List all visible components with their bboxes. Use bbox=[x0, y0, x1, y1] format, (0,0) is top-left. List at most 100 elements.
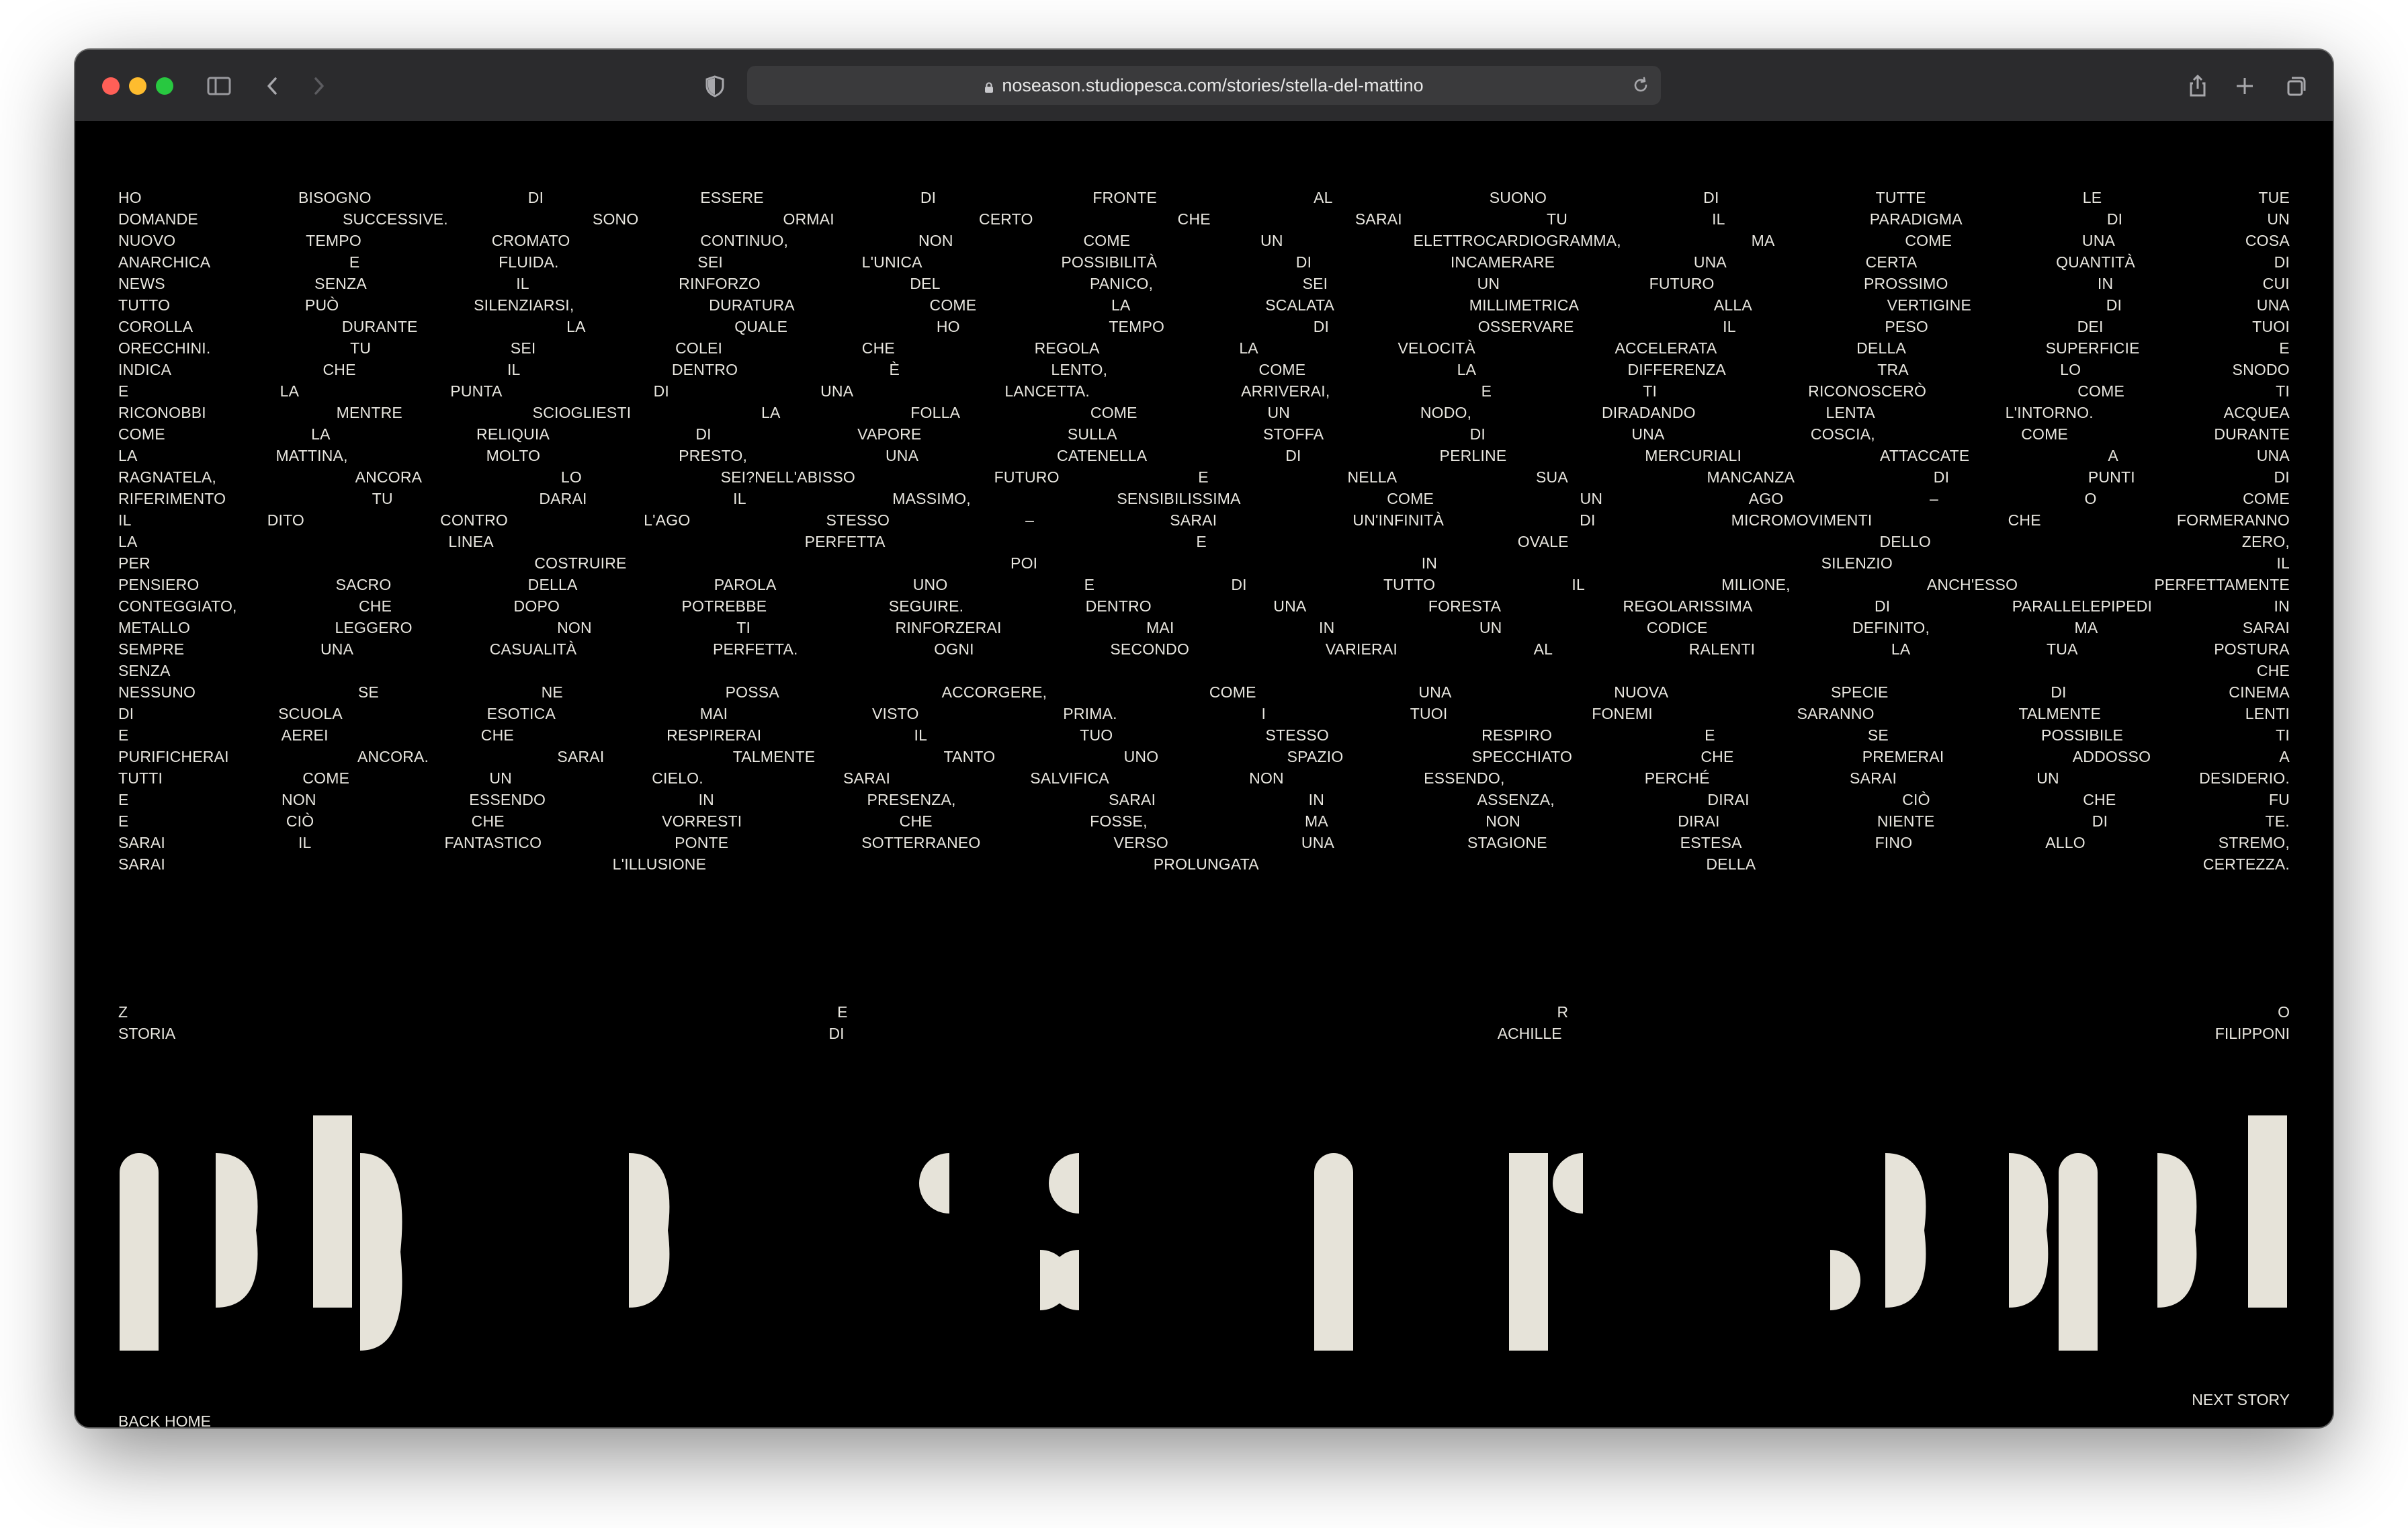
poem-word: E bbox=[1196, 533, 1207, 550]
poem-word: SOTTERRANEO bbox=[861, 834, 981, 851]
poem-word: ARRIVERAI, bbox=[1241, 382, 1330, 400]
poem-word: IL bbox=[516, 275, 529, 292]
poem-word: DI bbox=[1580, 511, 1596, 529]
poem-word: UN bbox=[2267, 210, 2290, 228]
minimize-window-button[interactable] bbox=[129, 77, 146, 95]
poem-line: PENSIERO SACRO DELLA PAROLA UNO E DI TUTTO IL MIL… bbox=[118, 574, 2290, 595]
poem-line: NEWS SENZA IL RINFORZO DEL PANICO, SEI UN FUTURO… bbox=[118, 273, 2290, 294]
poem-word: CROMATO bbox=[491, 232, 570, 249]
poem-word: PARADIGMA bbox=[1869, 210, 1963, 228]
poem-word: FU bbox=[2268, 791, 2290, 808]
poem-word: UNA bbox=[2256, 447, 2290, 464]
poem-line: RAGNATELA, ANCORA LO SEI?NELL'ABISSO FUTURO E… bbox=[118, 466, 2290, 488]
browser-toolbar: noseason.studiopesca.com/stories/stella-… bbox=[75, 50, 2333, 122]
poem-word: UN bbox=[1479, 619, 1502, 636]
glyph-shape bbox=[2009, 1153, 2049, 1308]
poem-word: MA bbox=[1751, 232, 1775, 249]
poem-word: DOPO bbox=[513, 597, 560, 615]
poem-word: ESSENDO, bbox=[1424, 769, 1505, 787]
poem-word: IL bbox=[118, 511, 132, 529]
poem-word: TU bbox=[1546, 210, 1568, 228]
poem-word: COME bbox=[1090, 404, 1137, 421]
poem-word: NE bbox=[541, 683, 563, 701]
back-home-link[interactable]: BACK HOME bbox=[118, 1412, 211, 1427]
poem-word: PAROLA bbox=[714, 576, 777, 593]
poem-word: PURIFICHERAI bbox=[118, 748, 229, 765]
fullscreen-window-button[interactable] bbox=[156, 77, 173, 95]
poem-word: COME bbox=[1209, 683, 1256, 701]
poem-word: VERTIGINE bbox=[1887, 296, 1971, 314]
poem-word: NELLA bbox=[1347, 468, 1398, 486]
close-window-button[interactable] bbox=[102, 77, 120, 95]
title-letters-row: ZERO bbox=[118, 1001, 2290, 1023]
privacy-shield-icon[interactable] bbox=[699, 70, 731, 102]
poem-word: CHE bbox=[861, 339, 895, 357]
poem-line: E AEREI CHE RESPIRERAI IL TUO STESSO RESPIRO E SE… bbox=[118, 724, 2290, 746]
address-bar[interactable]: noseason.studiopesca.com/stories/stella-… bbox=[747, 66, 1661, 105]
poem-word: IN bbox=[2097, 275, 2114, 292]
poem-word: SARANNO bbox=[1797, 705, 1875, 722]
poem-word: COME bbox=[2243, 490, 2290, 507]
glyph-shape bbox=[2157, 1153, 2197, 1308]
share-icon[interactable] bbox=[2182, 70, 2214, 102]
poem-word: DI bbox=[2051, 683, 2067, 701]
next-story-link[interactable]: NEXT STORY bbox=[2192, 1391, 2290, 1409]
poem-word: CERTO bbox=[978, 210, 1033, 228]
poem-word: PENSIERO bbox=[118, 576, 200, 593]
poem-word: METALLO bbox=[118, 619, 191, 636]
poem-word: SCALATA bbox=[1265, 296, 1335, 314]
poem-word: CUI bbox=[2262, 275, 2290, 292]
poem-word: IN bbox=[2274, 597, 2290, 615]
poem-word: SPECCHIATO bbox=[1471, 748, 1573, 765]
poem-word: PROSSIMO bbox=[1863, 275, 1948, 292]
glyph-artwork bbox=[120, 1115, 2287, 1351]
poem-word: ORECCHINI. bbox=[118, 339, 211, 357]
poem-word: SE bbox=[1867, 726, 1889, 744]
poem-word: CASUALITÀ bbox=[489, 640, 577, 658]
poem-word: COME bbox=[929, 296, 977, 314]
poem-word: ANCORA. bbox=[357, 748, 429, 765]
poem-word: MOLTO bbox=[486, 447, 541, 464]
story-credits: Z E R O STORIA DI ACHILLE FILIPPONI bbox=[118, 1001, 2290, 1044]
poem-word: SE bbox=[357, 683, 379, 701]
poem-word: LA bbox=[761, 404, 781, 421]
lock-icon bbox=[984, 67, 994, 93]
poem-word: NIENTE bbox=[1877, 812, 1935, 830]
poem-word: ANCORA bbox=[355, 468, 423, 486]
poem-line: E LA PUNTA DI UNA LANCETTA. ARRIVERAI, E TI RICON… bbox=[118, 380, 2290, 402]
new-tab-icon[interactable] bbox=[2229, 70, 2261, 102]
poem-word: SACRO bbox=[335, 576, 392, 593]
poem-word: SILENZIARSI, bbox=[474, 296, 574, 314]
tab-overview-icon[interactable] bbox=[2279, 70, 2311, 102]
title-letter: E bbox=[837, 1003, 848, 1021]
poem-line: RICONOBBI MENTRE SCIOGLIESTI LA FOLLA COME UN N… bbox=[118, 402, 2290, 423]
poem-line: HO BISOGNO DI ESSERE DI FRONTE AL SUONO DI TUTTE L… bbox=[118, 187, 2290, 208]
poem-word: SEMPRE bbox=[118, 640, 185, 658]
poem-word: UNA bbox=[1418, 683, 1452, 701]
poem-word: L'UNICA bbox=[861, 253, 922, 271]
back-arrow-icon[interactable] bbox=[257, 70, 289, 102]
poem-word: CHE bbox=[2256, 662, 2290, 679]
sidebar-icon[interactable] bbox=[203, 70, 235, 102]
poem-word: ANARCHICA bbox=[118, 253, 211, 271]
poem-word: UNA bbox=[885, 447, 919, 464]
poem-word: UN bbox=[1477, 275, 1500, 292]
poem-word: ESOTICA bbox=[486, 705, 556, 722]
reload-icon[interactable] bbox=[1630, 75, 1651, 96]
poem-word: CONTEGGIATO, bbox=[118, 597, 237, 615]
poem-word: SEI bbox=[510, 339, 536, 357]
poem-word: UN bbox=[2036, 769, 2059, 787]
poem-word: L'AGO bbox=[644, 511, 691, 529]
poem-word: TUO bbox=[1080, 726, 1113, 744]
forward-arrow-icon[interactable] bbox=[302, 70, 335, 102]
poem-word: FINO bbox=[1875, 834, 1913, 851]
poem-line: LA LINEA PERFETTA E OVALE DELLO ZERO, bbox=[118, 531, 2290, 552]
poem-word: CHE bbox=[2083, 791, 2116, 808]
poem-line: SARAI L'ILLUSIONE PROLUNGATA DELLA CERTEZZA. bbox=[118, 853, 2290, 875]
poem-line: E CIÒ CHE VORRESTI CHE FOSSE, MA NON DIRAI NIENTE… bbox=[118, 810, 2290, 832]
poem-line: METALLO LEGGERO NON TI RINFORZERAI MAI IN UN COD… bbox=[118, 617, 2290, 638]
poem-word: E bbox=[1198, 468, 1209, 486]
poem-word: IL bbox=[1712, 210, 1725, 228]
poem-word: RINFORZERAI bbox=[895, 619, 1002, 636]
poem-word: POTREBBE bbox=[681, 597, 767, 615]
